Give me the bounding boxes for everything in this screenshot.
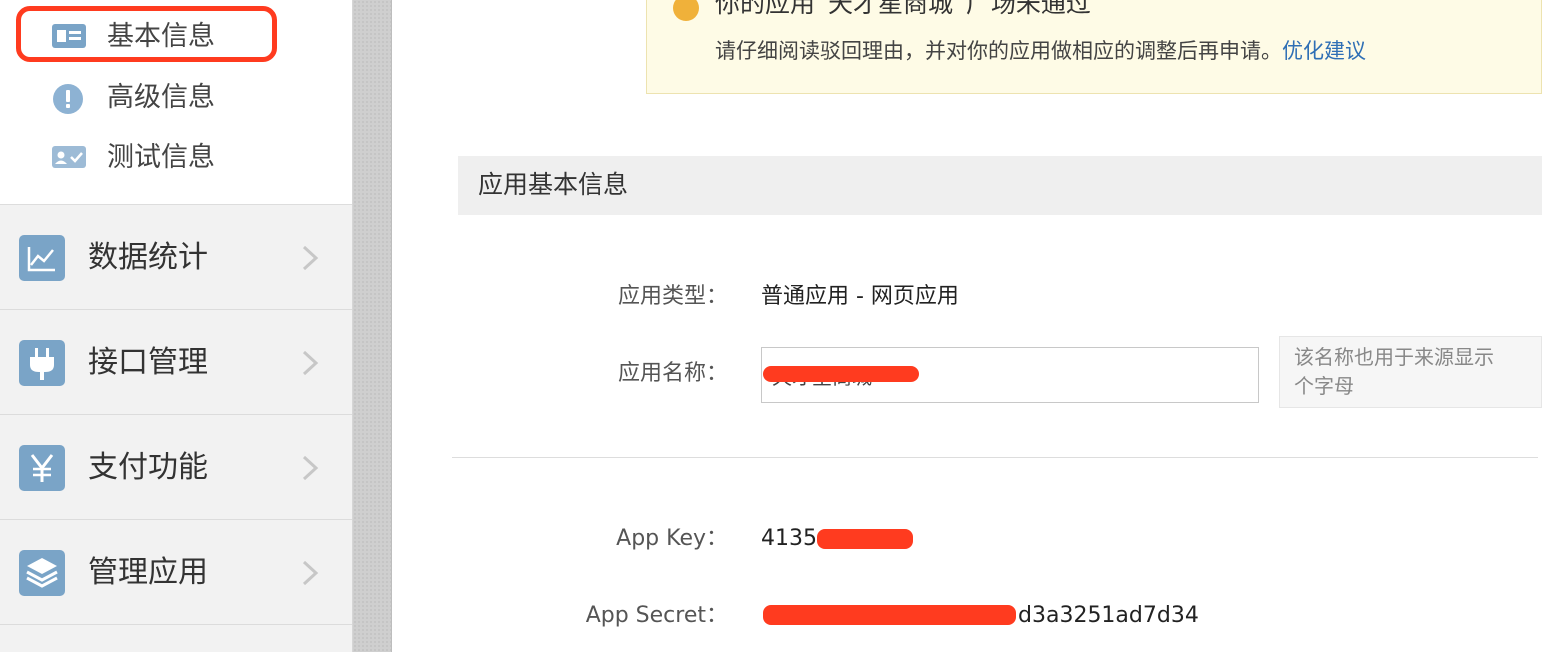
app-name-hint-text: 该名称也用于来源显示 个字母 [1294, 345, 1494, 398]
section-title: 应用基本信息 [478, 170, 629, 199]
sidebar-item-label: 测试信息 [107, 142, 215, 173]
redaction-mark [817, 529, 913, 549]
chevron-right-icon [300, 454, 320, 486]
nav-item-label: 接口管理 [88, 345, 208, 380]
sidebar-item-label: 高级信息 [107, 82, 215, 113]
sidebar-item-basic-info[interactable]: 基本信息 [0, 10, 352, 64]
section-header: 应用基本信息 [458, 156, 1542, 215]
chevron-right-icon [300, 244, 320, 276]
warning-icon [673, 0, 699, 21]
nav-item-label: 数据统计 [88, 240, 208, 275]
rejection-notice: 你的应用“天才星商城”广场未通过 请仔细阅读驳回理由，并对你的应用做相应的调整后… [646, 0, 1542, 94]
notice-title: 你的应用“天才星商城”广场未通过 [715, 0, 1091, 18]
nav-item-statistics[interactable]: 数据统计 [0, 206, 352, 310]
app-key-label: App Key： [616, 526, 728, 551]
sub-menu: 基本信息 高级信息 测试信息 [0, 0, 352, 205]
nav-item-manage-apps[interactable]: 管理应用 [0, 521, 352, 625]
chevron-right-icon [300, 349, 320, 381]
plug-icon [19, 340, 65, 386]
notice-message: 请仔细阅读驳回理由，并对你的应用做相应的调整后再申请。优化建议 [715, 36, 1366, 66]
page: 基本信息 高级信息 测试信息 数据统计 接口管理 支付功能 管理应用 你的应用“… [0, 0, 1542, 652]
app-secret-label: App Secret： [585, 603, 728, 628]
info-circle-icon [52, 83, 84, 119]
redaction-mark [763, 605, 1016, 625]
yen-icon [19, 445, 65, 491]
optimization-suggestion-link[interactable]: 优化建议 [1282, 39, 1366, 63]
app-name-hint: 该名称也用于来源显示 个字母 [1279, 336, 1542, 408]
notice-message-text: 请仔细阅读驳回理由，并对你的应用做相应的调整后再申请。 [715, 39, 1282, 63]
sidebar-item-test-info[interactable]: 测试信息 [0, 131, 352, 185]
app-type-value: 普通应用 - 网页应用 [761, 284, 959, 309]
app-secret-value: d3a3251ad7d34 [1018, 603, 1199, 628]
redaction-mark [763, 366, 919, 382]
layers-icon [19, 550, 65, 596]
line-chart-icon [19, 235, 65, 281]
app-type-label: 应用类型： [617, 284, 728, 309]
nav-item-api-management[interactable]: 接口管理 [0, 311, 352, 415]
sidebar: 基本信息 高级信息 测试信息 数据统计 接口管理 支付功能 管理应用 [0, 0, 353, 652]
sidebar-item-advanced-info[interactable]: 高级信息 [0, 71, 352, 125]
app-key-value: 4135 [761, 526, 817, 551]
sidebar-item-label: 基本信息 [107, 21, 215, 52]
nav-item-label: 支付功能 [88, 450, 208, 485]
chevron-right-icon [300, 559, 320, 591]
section-divider [452, 457, 1538, 458]
app-name-label: 应用名称： [617, 361, 728, 386]
nav-item-payment[interactable]: 支付功能 [0, 416, 352, 520]
id-card-icon [52, 24, 86, 52]
sidebar-divider [353, 0, 392, 652]
test-card-icon [52, 146, 86, 172]
nav-item-label: 管理应用 [88, 555, 208, 590]
